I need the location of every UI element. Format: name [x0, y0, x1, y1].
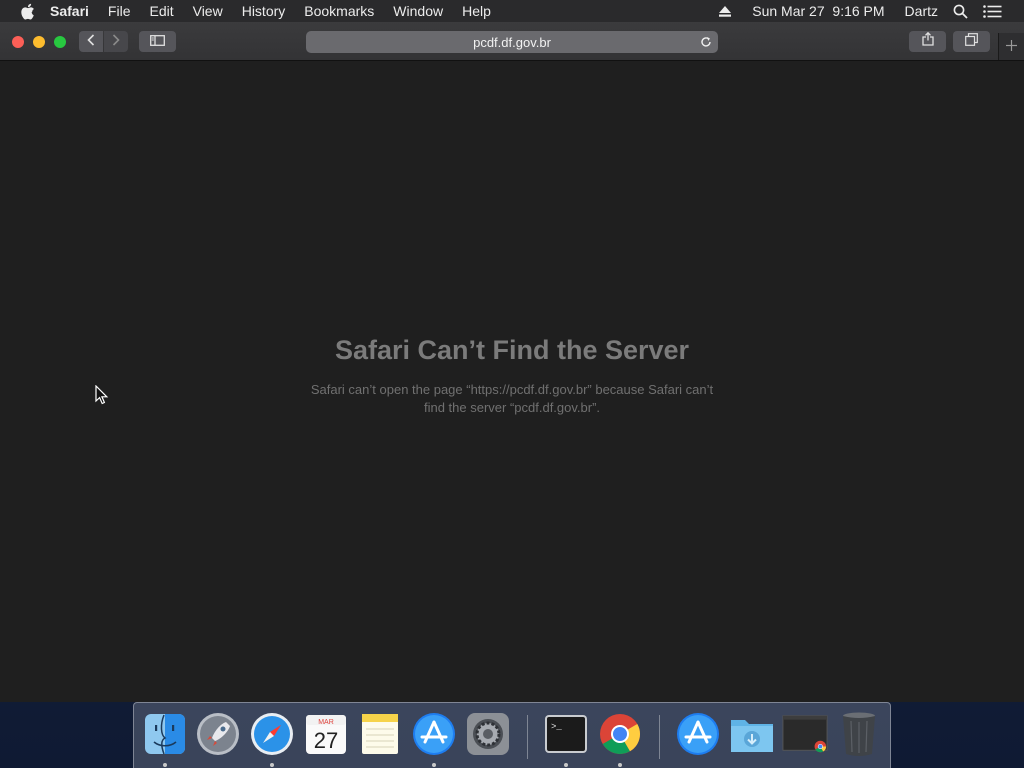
system-preferences-icon[interactable] — [465, 711, 511, 757]
chrome-window-thumbnail-icon[interactable] — [782, 711, 828, 757]
menu-bookmarks[interactable]: Bookmarks — [304, 3, 374, 19]
chrome-running-indicator — [618, 763, 622, 767]
error-message-line-1: Safari can’t open the page “https://pcdf… — [310, 382, 714, 397]
close-window-button[interactable] — [12, 36, 24, 48]
share-button[interactable] — [909, 31, 946, 52]
address-bar[interactable]: pcdf.df.gov.br — [306, 31, 718, 53]
browser-toolbar: pcdf.df.gov.br — [0, 22, 1024, 61]
apple-icon[interactable] — [18, 0, 36, 22]
launchpad-icon[interactable] — [195, 711, 241, 757]
finder-running-indicator — [163, 763, 167, 767]
tabs-overview-button[interactable] — [953, 31, 990, 52]
calendar-month: MAR — [318, 719, 334, 726]
app-store-icon[interactable] — [411, 711, 457, 757]
menu-help[interactable]: Help — [462, 3, 491, 19]
dock-separator-2 — [659, 715, 660, 759]
menu-view[interactable]: View — [193, 3, 223, 19]
finder-icon[interactable] — [142, 711, 188, 757]
applications-folder-icon[interactable] — [675, 711, 721, 757]
error-message: Safari can’t open the page “https://pcdf… — [287, 381, 737, 417]
back-icon — [87, 33, 95, 51]
menu-window[interactable]: Window — [393, 3, 443, 19]
spotlight-search-icon[interactable] — [952, 0, 968, 22]
dock: MAR 27 >_ — [133, 702, 891, 768]
notes-icon[interactable] — [357, 711, 403, 757]
menu-edit[interactable]: Edit — [149, 3, 173, 19]
menu-app-name[interactable]: Safari — [50, 3, 89, 19]
menu-file[interactable]: File — [108, 3, 131, 19]
chrome-icon[interactable] — [597, 711, 643, 757]
new-tab-icon — [1006, 38, 1017, 56]
error-title: Safari Can’t Find the Server — [334, 335, 690, 365]
terminal-prompt: >_ — [551, 722, 562, 732]
new-tab-button[interactable] — [998, 33, 1024, 60]
terminal-icon[interactable]: >_ — [543, 711, 589, 757]
tabs-overview-icon — [965, 32, 978, 51]
back-button[interactable] — [79, 31, 103, 52]
minimize-window-button[interactable] — [33, 36, 45, 48]
trash-icon[interactable] — [836, 711, 882, 757]
dock-separator — [527, 715, 528, 759]
menu-bar: Safari File Edit View History Bookmarks … — [0, 0, 1024, 22]
safari-running-indicator — [270, 763, 274, 767]
reload-icon[interactable] — [698, 34, 714, 50]
safari-window: pcdf.df.gov.br Safari Can’t Find the Ser… — [0, 22, 1024, 702]
error-message-line-2: find the server “pcdf.df.gov.br”. — [423, 400, 601, 415]
eject-icon[interactable] — [718, 0, 732, 22]
terminal-running-indicator — [564, 763, 568, 767]
maximize-window-button[interactable] — [54, 36, 66, 48]
forward-button[interactable] — [104, 31, 128, 52]
sidebar-icon — [150, 33, 165, 51]
menubar-user[interactable]: Dartz — [905, 3, 938, 19]
mouse-cursor-icon — [95, 384, 109, 405]
calendar-icon[interactable]: MAR 27 — [303, 711, 349, 757]
calendar-day: 27 — [314, 728, 338, 753]
sidebar-toggle-button[interactable] — [139, 31, 176, 52]
share-icon — [921, 31, 934, 51]
forward-icon — [112, 33, 120, 51]
menu-history[interactable]: History — [242, 3, 286, 19]
address-url: pcdf.df.gov.br — [473, 34, 551, 50]
page-content: Safari Can’t Find the Server Safari can’… — [0, 61, 1024, 702]
notification-list-icon[interactable] — [982, 0, 1002, 22]
downloads-folder-icon[interactable] — [729, 711, 775, 757]
safari-icon[interactable] — [249, 711, 295, 757]
menubar-clock[interactable]: Sun Mar 27 9:16 PM — [752, 3, 884, 19]
app-store-running-indicator — [432, 763, 436, 767]
